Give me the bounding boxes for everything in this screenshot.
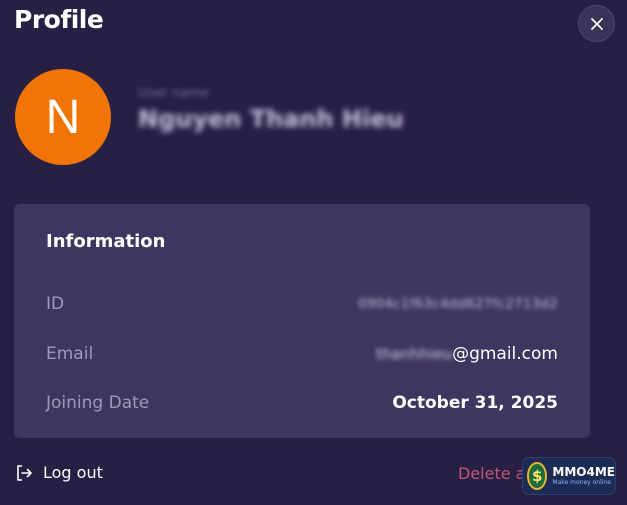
email-domain: @gmail.com — [452, 344, 558, 364]
watermark-badge: $ MMO4ME Make money online — [522, 457, 616, 495]
email-label: Email — [46, 344, 94, 364]
email-local-part: thanhhieu — [376, 345, 453, 363]
id-label: ID — [46, 294, 65, 314]
page-title: Profile — [14, 5, 104, 34]
watermark-subtitle: Make money online — [552, 479, 611, 486]
avatar: N — [15, 69, 111, 165]
watermark-title: MMO4ME — [552, 465, 615, 479]
logout-button[interactable]: Log out — [15, 463, 103, 482]
avatar-initial: N — [45, 90, 81, 144]
delete-account-button[interactable]: Delete a — [458, 464, 525, 483]
id-value: 0904c1f63c4dd627fc2713d2 — [358, 296, 558, 312]
logout-icon — [17, 464, 32, 481]
info-row-joining-date: Joining Date October 31, 2025 — [46, 391, 558, 415]
user-name-value: Nguyen Thanh Hieu — [138, 105, 404, 133]
email-value: thanhhieu @gmail.com — [376, 344, 558, 364]
close-button[interactable] — [578, 5, 615, 42]
information-card: Information ID 0904c1f63c4dd627fc2713d2 … — [14, 204, 590, 438]
info-row-id: ID 0904c1f63c4dd627fc2713d2 — [46, 292, 558, 316]
info-row-email: Email thanhhieu @gmail.com — [46, 342, 558, 366]
logout-label: Log out — [43, 463, 103, 482]
user-name-label: User name — [138, 86, 209, 101]
user-info: User name Nguyen Thanh Hieu — [138, 86, 404, 133]
information-title: Information — [46, 231, 166, 252]
joining-date-value: October 31, 2025 — [392, 393, 558, 413]
joining-date-label: Joining Date — [46, 393, 150, 413]
close-icon — [590, 17, 603, 30]
dollar-coin-icon: $ — [527, 462, 548, 490]
